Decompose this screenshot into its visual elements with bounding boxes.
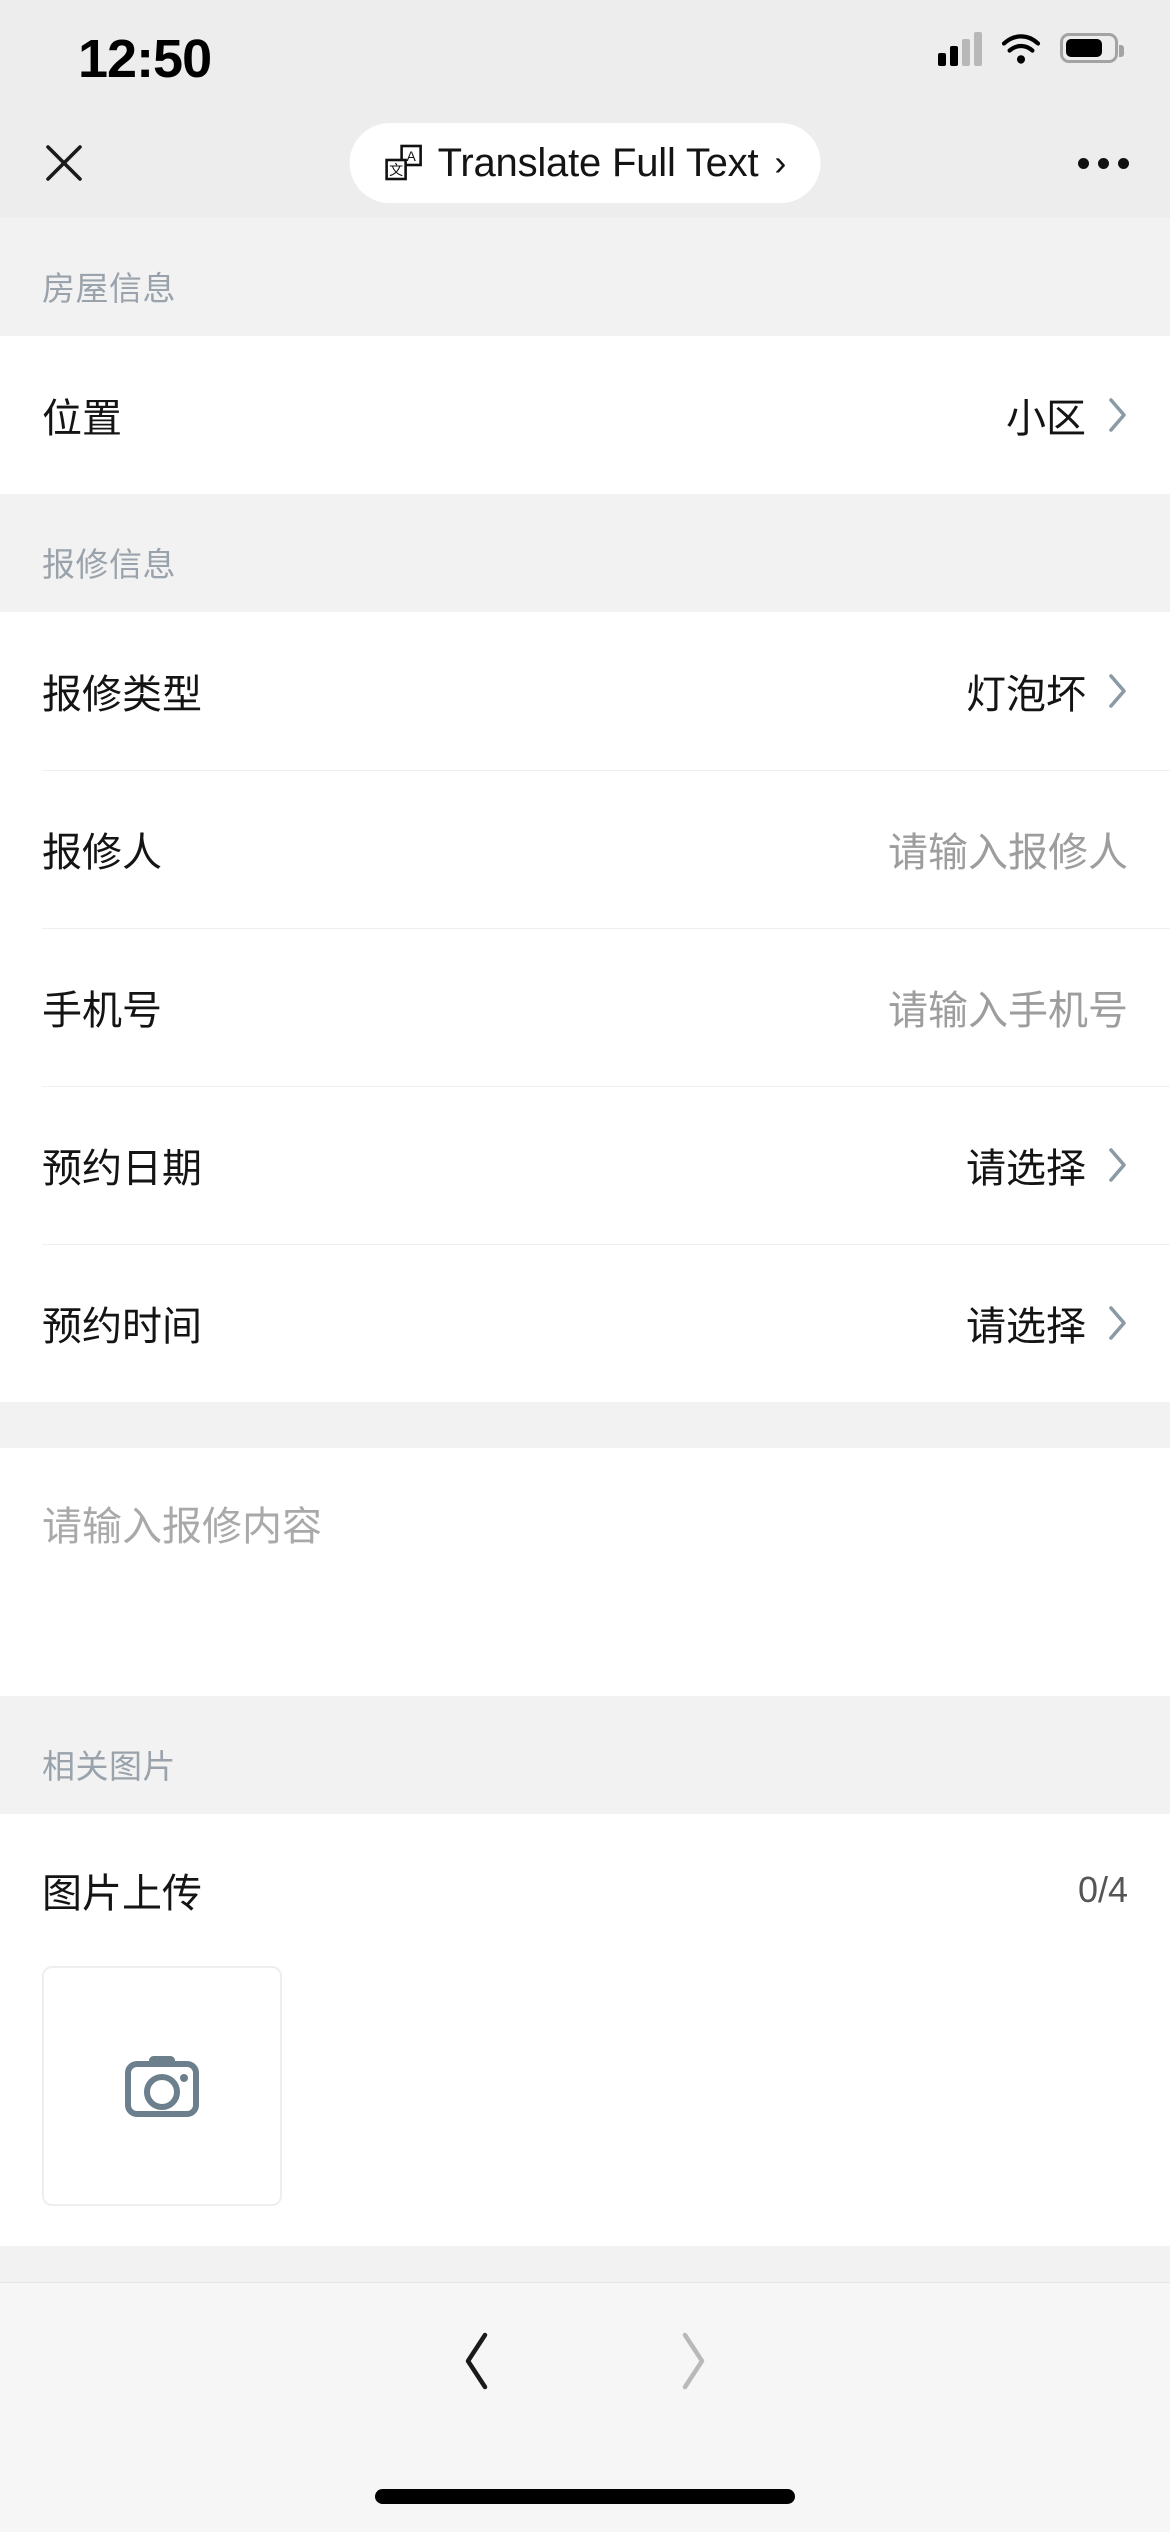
row-repair-type[interactable]: 报修类型 灯泡坏 <box>0 612 1170 770</box>
row-value-group: 请选择 <box>966 1294 1128 1352</box>
repair-description-card[interactable]: 请输入报修内容 <box>0 1448 1170 1696</box>
house-info-card: 位置 小区 <box>0 336 1170 494</box>
section-header-related-images: 相关图片 <box>0 1696 1170 1814</box>
chevron-right-icon <box>1108 1305 1128 1341</box>
section-gap <box>0 1402 1170 1448</box>
home-indicator <box>375 2489 795 2504</box>
image-upload-grid <box>0 1966 1170 2246</box>
row-appointment-time[interactable]: 预约时间 请选择 <box>0 1244 1170 1402</box>
phone-number-input[interactable]: 请输入手机号 <box>888 978 1128 1036</box>
nav-bar: A 文 Translate Full Text › <box>0 108 1170 218</box>
row-value-group: 请输入报修人 <box>888 820 1128 878</box>
chevron-right-icon <box>676 2331 710 2396</box>
row-value-group: 请选择 <box>966 1136 1128 1194</box>
row-location[interactable]: 位置 小区 <box>0 336 1170 494</box>
repair-info-card: 报修类型 灯泡坏 报修人 请输入报修人 手机号 请输入手机号 预约日期 请选择 … <box>0 612 1170 1402</box>
phone-screen: 12:50 A 文 Translate Full Text › 房屋信息 位置 … <box>0 0 1170 2532</box>
row-label: 手机号 <box>42 989 162 1033</box>
chevron-right-icon <box>1108 673 1128 709</box>
row-appointment-date[interactable]: 预约日期 请选择 <box>0 1086 1170 1244</box>
row-value: 请选择 <box>966 1305 1086 1349</box>
row-value-group: 请输入手机号 <box>888 978 1128 1036</box>
section-header-house-info: 房屋信息 <box>0 218 1170 336</box>
nav-arrow-group <box>0 2327 1170 2399</box>
image-upload-label: 图片上传 <box>42 1872 202 1916</box>
row-label: 报修人 <box>42 831 162 875</box>
bottom-toolbar <box>0 2282 1170 2532</box>
chevron-right-icon <box>1108 397 1128 433</box>
cellular-signal-icon <box>938 30 982 66</box>
translate-label: Translate Full Text <box>437 140 759 185</box>
row-reporter-name[interactable]: 报修人 请输入报修人 <box>0 770 1170 928</box>
wifi-icon <box>1000 32 1042 64</box>
row-phone-number[interactable]: 手机号 请输入手机号 <box>0 928 1170 1086</box>
row-value-group: 小区 <box>1006 386 1128 444</box>
status-bar: 12:50 <box>0 0 1170 108</box>
forward-button[interactable] <box>657 2327 729 2399</box>
row-label: 预约时间 <box>42 1305 202 1349</box>
svg-text:文: 文 <box>389 162 403 178</box>
camera-icon <box>123 2052 201 2120</box>
add-photo-button[interactable] <box>42 1966 282 2206</box>
reporter-name-input[interactable]: 请输入报修人 <box>888 820 1128 878</box>
section-header-repair-info: 报修信息 <box>0 494 1170 612</box>
image-upload-header: 图片上传 0/4 <box>0 1814 1170 1966</box>
image-upload-count: 0/4 <box>1077 1869 1128 1910</box>
status-indicators <box>938 30 1124 66</box>
image-upload-card: 图片上传 0/4 <box>0 1814 1170 2246</box>
svg-text:A: A <box>406 148 416 164</box>
row-value: 小区 <box>1006 397 1086 441</box>
row-value-group: 灯泡坏 <box>966 662 1128 720</box>
form-content: 房屋信息 位置 小区 报修信息 报修类型 灯泡坏 报修人 请输入报修人 手机号 … <box>0 218 1170 2282</box>
more-options-icon[interactable] <box>1068 133 1138 193</box>
chevron-left-icon <box>460 2331 494 2396</box>
row-value: 灯泡坏 <box>966 673 1086 717</box>
chevron-right-icon <box>1108 1147 1128 1183</box>
battery-icon <box>1060 33 1124 63</box>
back-button[interactable] <box>441 2327 513 2399</box>
row-label: 位置 <box>42 397 122 441</box>
status-time: 12:50 <box>78 29 212 89</box>
translate-icon: A 文 <box>384 143 424 183</box>
row-label: 预约日期 <box>42 1147 202 1191</box>
row-value: 请选择 <box>966 1147 1086 1191</box>
row-label: 报修类型 <box>42 673 202 717</box>
chevron-right-icon: › <box>774 142 787 183</box>
repair-description-input[interactable]: 请输入报修内容 <box>42 1494 1128 1552</box>
translate-full-text-button[interactable]: A 文 Translate Full Text › <box>349 123 821 203</box>
close-icon[interactable] <box>30 129 98 197</box>
